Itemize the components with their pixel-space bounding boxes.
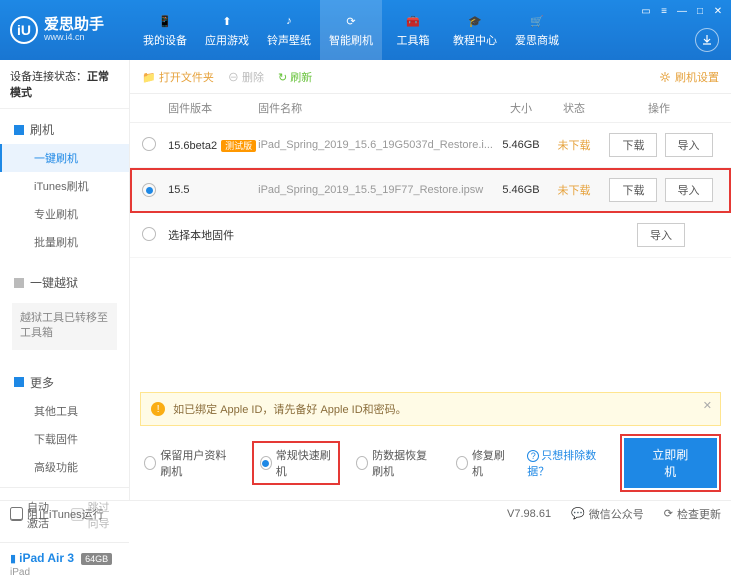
wechat-link[interactable]: 💬 微信公众号 <box>571 506 644 522</box>
side-head-icon <box>14 125 24 135</box>
import-button-1[interactable]: 导入 <box>665 178 713 202</box>
col-status: 状态 <box>549 100 599 116</box>
maximize-button[interactable]: □ <box>693 4 707 18</box>
device-storage-badge: 64GB <box>81 553 112 565</box>
side-item-0-2[interactable]: 专业刷机 <box>0 200 129 228</box>
firmware-version-0: 15.6beta2测试版 <box>168 139 258 152</box>
flash-option-radio-3[interactable] <box>456 456 468 470</box>
side-item-0-3[interactable]: 批量刷机 <box>0 228 129 256</box>
firmware-row-0[interactable]: 15.6beta2测试版 iPad_Spring_2019_15.6_19G50… <box>130 123 731 168</box>
device-icon: ▮ <box>10 553 16 565</box>
version-label: V7.98.61 <box>507 508 551 520</box>
topnav-icon-2: ♪ <box>280 12 298 30</box>
flash-option-0[interactable]: 保留用户资料刷机 <box>144 447 235 479</box>
firmware-radio-0[interactable] <box>142 137 156 151</box>
device-name: iPad Air 3 <box>19 551 74 565</box>
local-firmware-label: 选择本地固件 <box>168 227 599 243</box>
firmware-radio-1[interactable] <box>142 183 156 197</box>
side-head-1[interactable]: 一键越狱 <box>0 268 129 297</box>
firmware-status-1: 未下载 <box>549 182 599 198</box>
flash-option-radio-1[interactable] <box>260 456 272 470</box>
block-itunes-checkbox[interactable] <box>10 507 23 520</box>
flash-option-radio-2[interactable] <box>356 456 368 470</box>
topnav-2[interactable]: ♪铃声壁纸 <box>258 0 320 60</box>
side-item-2-2[interactable]: 高级功能 <box>0 453 129 481</box>
import-button-0[interactable]: 导入 <box>665 133 713 157</box>
flash-option-radio-0[interactable] <box>144 456 156 470</box>
download-button-1[interactable]: 下载 <box>609 178 657 202</box>
side-head-icon <box>14 278 24 288</box>
conn-status-label: 设备连接状态： <box>10 71 87 83</box>
side-note-1: 越狱工具已转移至工具箱 <box>12 303 117 350</box>
topnav-icon-3: ⟳ <box>342 12 360 30</box>
app-url: www.i4.cn <box>44 33 104 43</box>
skin-button[interactable]: ▭ <box>639 4 653 18</box>
firmware-name-0: iPad_Spring_2019_15.6_19G5037d_Restore.i… <box>258 139 493 151</box>
side-item-2-1[interactable]: 下载固件 <box>0 425 129 453</box>
download-manager-button[interactable] <box>695 28 719 52</box>
firmware-size-0: 5.46GB <box>493 139 549 151</box>
local-firmware-radio[interactable] <box>142 227 156 241</box>
topnav-icon-6: 🛒 <box>528 12 546 30</box>
flash-option-3[interactable]: 修复刷机 <box>456 447 509 479</box>
flash-now-button[interactable]: 立即刷机 <box>624 438 717 488</box>
topnav-1[interactable]: ⬆应用游戏 <box>196 0 258 60</box>
side-head-2[interactable]: 更多 <box>0 368 129 397</box>
side-item-0-0[interactable]: 一键刷机 <box>0 144 129 172</box>
flash-option-2[interactable]: 防数据恢复刷机 <box>356 447 438 479</box>
side-head-icon <box>14 377 24 387</box>
topnav-3[interactable]: ⟳智能刷机 <box>320 0 382 60</box>
topnav-icon-4: 🧰 <box>404 12 422 30</box>
exclude-data-link[interactable]: ?只想排除数据？ <box>527 447 605 479</box>
col-name: 固件名称 <box>258 100 493 116</box>
warning-icon: ! <box>151 402 165 416</box>
col-ops: 操作 <box>599 100 719 116</box>
topnav-icon-1: ⬆ <box>218 12 236 30</box>
topnav-4[interactable]: 🧰工具箱 <box>382 0 444 60</box>
close-button[interactable]: ✕ <box>711 4 725 18</box>
app-logo-icon: iU <box>10 16 38 44</box>
side-item-0-1[interactable]: iTunes刷机 <box>0 172 129 200</box>
topnav-icon-0: 📱 <box>156 12 174 30</box>
import-local-button[interactable]: 导入 <box>637 223 685 247</box>
warning-close-button[interactable]: ✕ <box>703 399 712 412</box>
side-head-0[interactable]: 刷机 <box>0 115 129 144</box>
firmware-version-1: 15.5 <box>168 184 258 196</box>
side-item-2-0[interactable]: 其他工具 <box>0 397 129 425</box>
minimize-button[interactable]: — <box>675 4 689 18</box>
firmware-row-1[interactable]: 15.5 iPad_Spring_2019_15.5_19F77_Restore… <box>130 168 731 213</box>
flash-settings-button[interactable]: 刷机设置 <box>659 69 719 85</box>
firmware-status-0: 未下载 <box>549 137 599 153</box>
firmware-name-1: iPad_Spring_2019_15.5_19F77_Restore.ipsw <box>258 184 493 196</box>
refresh-button[interactable]: ↻ 刷新 <box>278 69 312 85</box>
col-version: 固件版本 <box>168 100 258 116</box>
col-size: 大小 <box>493 100 549 116</box>
gear-icon <box>659 71 671 83</box>
check-update-link[interactable]: ⟳ 检查更新 <box>664 506 721 522</box>
device-type: iPad <box>10 567 119 578</box>
delete-button[interactable]: ⊖ 删除 <box>228 69 264 85</box>
flash-option-1[interactable]: 常规快速刷机 <box>254 443 338 483</box>
topnav-5[interactable]: 🎓教程中心 <box>444 0 506 60</box>
topnav-6[interactable]: 🛒爱思商城 <box>506 0 568 60</box>
open-folder-button[interactable]: 📁 打开文件夹 <box>142 69 214 85</box>
topnav-icon-5: 🎓 <box>466 12 484 30</box>
app-name: 爱思助手 <box>44 17 104 34</box>
appleid-warning: ! 如已绑定 Apple ID，请先备好 Apple ID和密码。 ✕ <box>140 392 721 426</box>
menu-button[interactable]: ≡ <box>657 4 671 18</box>
download-button-0[interactable]: 下载 <box>609 133 657 157</box>
topnav-0[interactable]: 📱我的设备 <box>134 0 196 60</box>
firmware-size-1: 5.46GB <box>493 184 549 196</box>
block-itunes-label: 阻止iTunes运行 <box>27 506 104 522</box>
